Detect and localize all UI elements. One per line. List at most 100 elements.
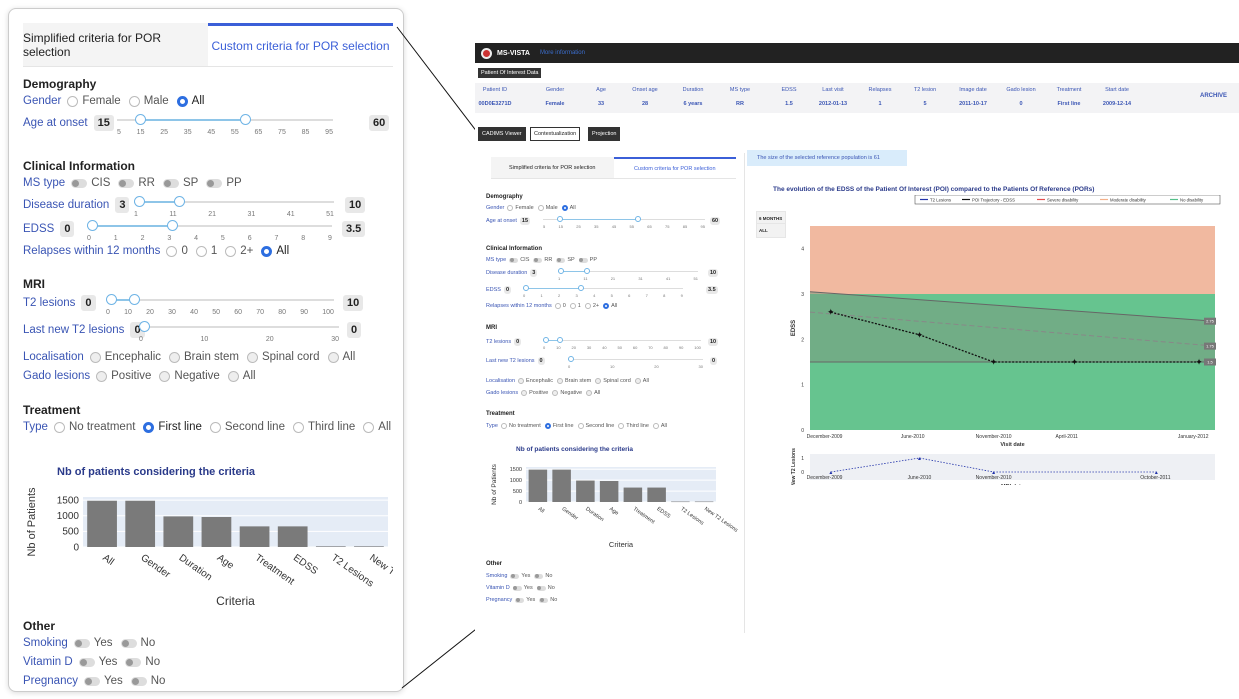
mini-edss-min-handle[interactable] bbox=[523, 285, 529, 291]
mini-nb-patients-bar-chart: Nb of patients considering the criteria 0… bbox=[491, 446, 739, 549]
mini-ms-label: MS type bbox=[486, 257, 507, 263]
tab-cadims-viewer[interactable]: CADIMS Viewer bbox=[478, 127, 526, 141]
mini-duration-max: 10 bbox=[708, 269, 719, 277]
slider-tick: 80 bbox=[663, 345, 668, 350]
mini-smoking-yes[interactable]: Yes bbox=[510, 573, 530, 579]
toggle-icon bbox=[536, 585, 546, 591]
radio-icon bbox=[537, 205, 544, 211]
mini-treatment-first-line[interactable]: First line bbox=[544, 423, 574, 429]
tab-contextualization[interactable]: Contextualization bbox=[530, 127, 581, 141]
slider-tick: 90 bbox=[678, 345, 684, 350]
mini-ms-pp[interactable]: PP bbox=[578, 257, 597, 263]
mini-gender-all[interactable]: All bbox=[561, 205, 576, 211]
mini-pregnancy-yes[interactable]: Yes bbox=[515, 597, 535, 603]
reference-value-text: 2.75 bbox=[1206, 319, 1215, 324]
mini-age-max-handle[interactable] bbox=[635, 216, 641, 222]
mini-treatment-all[interactable]: All bbox=[652, 423, 667, 429]
mini-edss-max: 3.5 bbox=[706, 286, 718, 294]
slider-tick: 0 bbox=[543, 345, 546, 350]
mini-relapses-1[interactable]: 1 bbox=[569, 303, 581, 309]
edss-y-tick: 3 bbox=[801, 292, 804, 298]
mini-duration-max-handle[interactable] bbox=[584, 268, 590, 274]
toggle-icon bbox=[534, 573, 544, 579]
edss-x-tick: November-2010 bbox=[976, 434, 1012, 440]
mini-relapses-0[interactable]: 0 bbox=[554, 303, 566, 309]
mini-smoking-no[interactable]: No bbox=[534, 573, 552, 579]
mini-t2-max-handle[interactable] bbox=[557, 337, 563, 343]
bar bbox=[623, 487, 643, 502]
mini-treatment-third-line[interactable]: Third line bbox=[618, 423, 649, 429]
mini-localisation-brain-stem[interactable]: Brain stem bbox=[556, 378, 591, 384]
poi-header: Relapses bbox=[868, 87, 892, 93]
mini-vitamin-label: Vitamin D bbox=[486, 585, 510, 591]
mini-duration-label: Disease duration bbox=[486, 270, 528, 276]
mini-pregnancy-label: Pregnancy bbox=[486, 597, 513, 603]
archive-button[interactable]: ARCHIVE bbox=[1200, 93, 1227, 99]
mini-pregnancy-no[interactable]: No bbox=[539, 597, 557, 603]
mini-ms-rr[interactable]: RR bbox=[533, 257, 552, 263]
poi-value: 28 bbox=[641, 101, 649, 107]
poi-point-marker: ✦ bbox=[827, 307, 835, 317]
poi-header: Image date bbox=[959, 87, 987, 93]
bar bbox=[599, 481, 619, 502]
mini-criteria-panel: Simplified criteria for POR selection Cu… bbox=[483, 153, 745, 633]
mini-section-mri: MRI bbox=[486, 325, 497, 331]
radio-icon bbox=[595, 378, 602, 384]
mini-t2-ticks: 0 10 20 30 40 50 60 70 80 90 100 bbox=[543, 345, 701, 350]
slider-tick: 55 bbox=[629, 224, 634, 229]
mini-gado-positive[interactable]: Positive bbox=[521, 390, 548, 396]
mini-edss-max-handle[interactable] bbox=[578, 285, 584, 291]
mini-tab-simplified[interactable]: Simplified criteria for POR selection bbox=[491, 157, 614, 178]
slider-tick: 15 bbox=[558, 224, 563, 229]
more-information-link[interactable]: More information bbox=[540, 50, 585, 56]
mini-new-t2-slider[interactable]: 0 10 20 30 bbox=[568, 356, 703, 380]
mini-localisation-all[interactable]: All bbox=[634, 378, 649, 384]
poi-header: Onset age bbox=[632, 87, 658, 93]
tab-projection[interactable]: Projection bbox=[588, 127, 621, 141]
radio-icon bbox=[521, 390, 528, 396]
mini-duration-min-handle[interactable] bbox=[558, 268, 564, 274]
mini-vitamin-yes[interactable]: Yes bbox=[512, 585, 533, 591]
poi-header: Last visit bbox=[822, 87, 844, 93]
slider-tick: 20 bbox=[654, 364, 659, 369]
edss-y-tick: 4 bbox=[801, 247, 804, 253]
mini-new-t2-handle[interactable] bbox=[568, 356, 574, 362]
radio-icon bbox=[518, 378, 525, 384]
mini-localisation-spinal-cord[interactable]: Spinal cord bbox=[595, 378, 631, 384]
mini-localisation-encephalic[interactable]: Encephalic bbox=[518, 378, 553, 384]
edss-y-tick: 2 bbox=[801, 337, 804, 343]
mini-vitamin-no[interactable]: No bbox=[536, 585, 555, 591]
toggle-icon bbox=[556, 257, 566, 263]
mini-edss-label: EDSS bbox=[486, 287, 501, 293]
toggle-icon bbox=[533, 257, 543, 263]
bar-y-tick: 0 bbox=[519, 500, 522, 506]
mini-age-slider[interactable]: 5 15 25 35 45 55 65 75 85 95 bbox=[543, 216, 705, 240]
mini-treatment-none[interactable]: No treatment bbox=[500, 423, 541, 429]
legend-entry: Severe disability bbox=[1047, 198, 1079, 203]
mini-treatment-second-line[interactable]: Second line bbox=[577, 423, 614, 429]
mini-ms-sp[interactable]: SP bbox=[556, 257, 575, 263]
mini-t2-min-handle[interactable] bbox=[543, 337, 549, 343]
slider-tick: 4 bbox=[593, 293, 596, 298]
mini-gado-negative[interactable]: Negative bbox=[552, 390, 582, 396]
mini-gado-all[interactable]: All bbox=[586, 390, 600, 396]
mini-ms-cis[interactable]: CIS bbox=[509, 257, 529, 263]
legend-entry: Moderate disability bbox=[1110, 198, 1147, 203]
toggle-icon bbox=[509, 257, 519, 263]
mini-age-min: 15 bbox=[519, 217, 531, 225]
mini-tab-custom[interactable]: Custom criteria for POR selection bbox=[613, 157, 736, 178]
mini-relapses-2plus[interactable]: 2+ bbox=[584, 303, 599, 309]
range-all-button[interactable]: ALL bbox=[756, 223, 786, 238]
bar-x-label: Criteria bbox=[609, 540, 634, 549]
poi-header: MS type bbox=[729, 87, 751, 93]
mini-gender-female[interactable]: Female bbox=[507, 205, 534, 211]
mini-gender-male[interactable]: Male bbox=[537, 205, 558, 211]
slider-tick: 25 bbox=[576, 224, 581, 229]
mini-relapses-all[interactable]: All bbox=[603, 303, 617, 309]
mini-section-clinical: Clinical Information bbox=[486, 246, 543, 252]
poi-point-marker: ✦ bbox=[1195, 357, 1203, 367]
mini-age-min-handle[interactable] bbox=[557, 216, 563, 222]
bar-y-tick: 500 bbox=[513, 489, 522, 495]
poi-point-marker: ✦ bbox=[1071, 357, 1079, 367]
mini-gender-row: Gender Female Male All bbox=[486, 205, 580, 211]
